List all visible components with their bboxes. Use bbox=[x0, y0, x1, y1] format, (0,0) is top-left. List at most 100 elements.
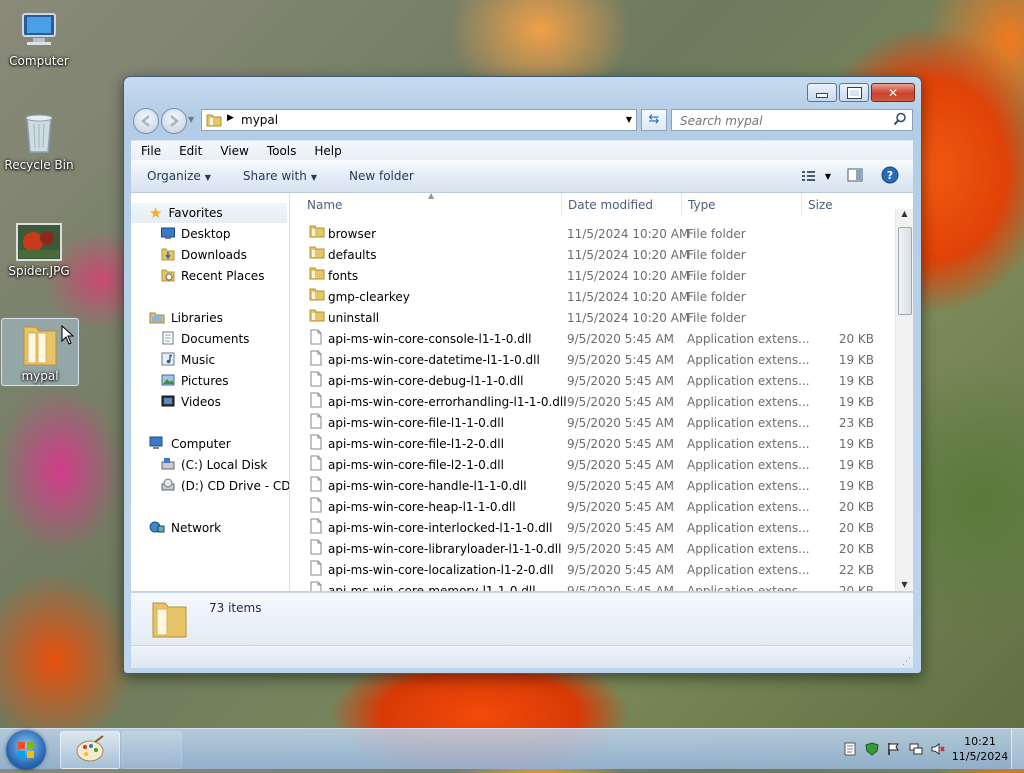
folder-icon bbox=[206, 114, 222, 127]
resize-grip-icon[interactable]: ⋰ bbox=[902, 657, 911, 667]
desktop-icon-spider-jpg[interactable]: Spider.JPG bbox=[1, 222, 77, 278]
flag-icon[interactable] bbox=[887, 742, 901, 756]
file-row[interactable]: api-ms-win-core-file-l2-1-0.dll 9/5/2020 … bbox=[290, 455, 893, 476]
file-name: api-ms-win-core-console-l1-1-0.dll bbox=[328, 332, 532, 346]
nav-music[interactable]: Music bbox=[161, 350, 215, 370]
menu-edit[interactable]: Edit bbox=[170, 144, 211, 158]
dropdown-icon: ▼ bbox=[310, 173, 317, 182]
file-row[interactable]: defaults 11/5/2024 10:20 AM File folder bbox=[290, 245, 893, 266]
network-icon[interactable] bbox=[909, 742, 923, 756]
file-row[interactable]: api-ms-win-core-debug-l1-1-0.dll 9/5/2020… bbox=[290, 371, 893, 392]
file-row[interactable]: browser 11/5/2024 10:20 AM File folder bbox=[290, 224, 893, 245]
recent-pages-button[interactable]: ▼ bbox=[188, 115, 194, 124]
nav-libraries[interactable]: Libraries bbox=[149, 308, 223, 328]
file-type: File folder bbox=[687, 227, 746, 241]
scrollbar-thumb[interactable] bbox=[898, 227, 912, 315]
column-date-modified[interactable]: Date modified bbox=[568, 198, 653, 212]
share-with-button[interactable]: Share with ▼ bbox=[227, 169, 333, 183]
file-row[interactable]: api-ms-win-core-heap-l1-1-0.dll 9/5/2020 … bbox=[290, 497, 893, 518]
file-row[interactable]: api-ms-win-core-datetime-l1-1-0.dll 9/5/2… bbox=[290, 350, 893, 371]
nav-local-disk[interactable]: (C:) Local Disk bbox=[161, 455, 267, 475]
refresh-button[interactable]: ⇆ bbox=[641, 109, 667, 131]
nav-pictures[interactable]: Pictures bbox=[161, 371, 229, 391]
nav-recent-places[interactable]: Recent Places bbox=[161, 266, 264, 286]
clock-date: 11/5/2024 bbox=[951, 750, 1009, 763]
nav-label: Downloads bbox=[181, 248, 247, 262]
security-shield-icon[interactable] bbox=[865, 742, 879, 756]
file-row[interactable]: api-ms-win-core-errorhandling-l1-1-0.dll… bbox=[290, 392, 893, 413]
vertical-scrollbar[interactable]: ▲ ▼ bbox=[895, 209, 913, 591]
system-clock[interactable]: 10:21 11/5/2024 bbox=[949, 734, 1011, 764]
maximize-button[interactable] bbox=[839, 83, 869, 102]
close-icon: ✕ bbox=[887, 85, 899, 100]
change-view-button[interactable]: ▼ bbox=[801, 169, 831, 183]
show-desktop-button[interactable] bbox=[1011, 729, 1024, 769]
column-name[interactable]: Name bbox=[307, 198, 342, 212]
file-row[interactable]: api-ms-win-core-console-l1-1-0.dll 9/5/20… bbox=[290, 329, 893, 350]
address-bar[interactable]: ▶ mypal ▼ bbox=[201, 109, 637, 131]
start-button[interactable] bbox=[6, 730, 46, 770]
help-button[interactable]: ? bbox=[881, 166, 899, 187]
file-row[interactable]: api-ms-win-core-memory-l1-1-0.dll 9/5/202… bbox=[290, 581, 893, 591]
address-dropdown-icon[interactable]: ▼ bbox=[626, 115, 632, 124]
file-row[interactable]: api-ms-win-core-interlocked-l1-1-0.dll 9/… bbox=[290, 518, 893, 539]
file-row[interactable]: uninstall 11/5/2024 10:20 AM File folder bbox=[290, 308, 893, 329]
file-type: Application extens... bbox=[687, 374, 810, 388]
nav-favorites[interactable]: ★ Favorites bbox=[131, 203, 287, 223]
nav-cd-drive[interactable]: (D:) CD Drive - CDRO bbox=[161, 476, 289, 496]
close-button[interactable]: ✕ bbox=[871, 83, 915, 102]
column-size[interactable]: Size bbox=[808, 198, 833, 212]
file-name: api-ms-win-core-file-l1-1-0.dll bbox=[328, 416, 504, 430]
file-date-modified: 11/5/2024 10:20 AM bbox=[567, 269, 690, 283]
dll-file-icon bbox=[309, 581, 323, 591]
nav-label: Libraries bbox=[171, 311, 223, 325]
nav-downloads[interactable]: Downloads bbox=[161, 245, 247, 265]
column-type[interactable]: Type bbox=[688, 198, 716, 212]
file-row[interactable]: api-ms-win-core-libraryloader-l1-1-0.dll… bbox=[290, 539, 893, 560]
organize-label: Organize bbox=[147, 169, 201, 183]
menu-file[interactable]: File bbox=[131, 144, 170, 158]
taskbar-paint-button[interactable] bbox=[60, 731, 120, 769]
file-date-modified: 11/5/2024 10:20 AM bbox=[567, 227, 690, 241]
dll-file-icon bbox=[309, 497, 323, 520]
file-name: gmp-clearkey bbox=[328, 290, 410, 304]
menu-view[interactable]: View bbox=[211, 144, 257, 158]
nav-videos[interactable]: Videos bbox=[161, 392, 221, 412]
network-icon bbox=[149, 520, 165, 537]
file-type: Application extens... bbox=[687, 353, 810, 367]
file-date-modified: 9/5/2020 5:45 AM bbox=[567, 416, 675, 430]
file-row[interactable]: api-ms-win-core-handle-l1-1-0.dll 9/5/202… bbox=[290, 476, 893, 497]
search-input[interactable] bbox=[678, 111, 882, 131]
desktop-icon-computer[interactable]: Computer bbox=[1, 8, 77, 68]
downloads-folder-icon bbox=[161, 247, 175, 264]
organize-button[interactable]: Organize ▼ bbox=[131, 169, 227, 183]
caption-buttons: ✕ bbox=[805, 83, 915, 102]
new-folder-button[interactable]: New folder bbox=[333, 169, 430, 183]
nav-desktop[interactable]: Desktop bbox=[161, 224, 231, 244]
forward-button[interactable] bbox=[161, 108, 187, 134]
file-row[interactable]: api-ms-win-core-file-l1-2-0.dll 9/5/2020 … bbox=[290, 434, 893, 455]
file-row[interactable]: api-ms-win-core-localization-l1-2-0.dll 9… bbox=[290, 560, 893, 581]
volume-muted-icon[interactable] bbox=[931, 742, 945, 756]
file-row[interactable]: gmp-clearkey 11/5/2024 10:20 AM File folde… bbox=[290, 287, 893, 308]
menu-help[interactable]: Help bbox=[305, 144, 350, 158]
preview-pane-button[interactable] bbox=[847, 168, 863, 185]
breadcrumb-chevron-icon[interactable]: ▶ bbox=[227, 113, 234, 123]
minimize-button[interactable] bbox=[807, 83, 837, 102]
nav-network[interactable]: Network bbox=[149, 518, 221, 538]
search-icon[interactable] bbox=[893, 112, 907, 129]
desktop-icon-recycle-bin[interactable]: Recycle Bin bbox=[1, 110, 77, 172]
file-row[interactable]: fonts 11/5/2024 10:20 AM File folder bbox=[290, 266, 893, 287]
dll-file-icon bbox=[309, 434, 323, 457]
menu-tools[interactable]: Tools bbox=[258, 144, 306, 158]
nav-documents[interactable]: Documents bbox=[161, 329, 249, 349]
file-row[interactable]: api-ms-win-core-file-l1-1-0.dll 9/5/2020 … bbox=[290, 413, 893, 434]
preview-pane-icon bbox=[847, 168, 863, 181]
taskbar-explorer-button[interactable] bbox=[122, 731, 182, 769]
scroll-down-icon[interactable]: ▼ bbox=[896, 580, 913, 589]
nav-computer[interactable]: Computer bbox=[149, 434, 231, 454]
back-button[interactable] bbox=[133, 108, 159, 134]
action-center-document-icon[interactable] bbox=[843, 742, 857, 756]
scroll-up-icon[interactable]: ▲ bbox=[896, 209, 913, 218]
breadcrumb-mypal[interactable]: mypal bbox=[241, 113, 278, 127]
